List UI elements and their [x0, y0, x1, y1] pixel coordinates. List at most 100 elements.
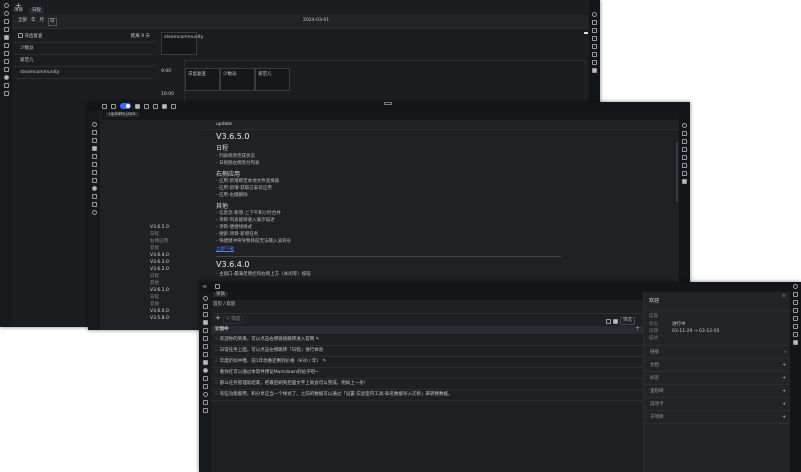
cloud-icon[interactable] [91, 210, 97, 215]
collapse-icon[interactable]: ≪ [202, 284, 207, 290]
plus-icon[interactable]: + [782, 415, 786, 420]
checkbox[interactable] [18, 33, 23, 38]
folder-icon[interactable] [682, 155, 687, 160]
collapse-icon[interactable] [3, 3, 9, 8]
settings-icon[interactable] [592, 12, 597, 17]
theme-toggle[interactable] [120, 103, 131, 109]
board-view-icon[interactable] [613, 318, 618, 324]
share-icon[interactable] [202, 408, 208, 413]
list-view-icon[interactable] [606, 318, 611, 324]
link-icon[interactable] [682, 163, 687, 168]
edit-icon[interactable] [592, 36, 597, 41]
gear-icon[interactable] [682, 131, 687, 136]
task-row[interactable]: ⠿ 看你在可以通过本软件预览Markdown的帖子吧~ [211, 368, 643, 379]
keyboard-icon[interactable] [592, 60, 597, 65]
disk-icon[interactable] [144, 103, 149, 109]
task-row[interactable]: ⠿ 欢迎你的到来，可以点击右侧链接跳转进入官网 ✎ [211, 335, 643, 346]
current-date[interactable]: 2024-03-01 [303, 18, 329, 24]
breadcrumb[interactable]: 首页 / 欢迎 [213, 302, 643, 314]
archive-icon[interactable] [3, 91, 9, 96]
toc-item[interactable]: 其他 [150, 245, 200, 252]
sidebar-icon[interactable] [102, 103, 107, 109]
toc-item[interactable]: V3.5.8.0 [150, 315, 200, 322]
event[interactable]: 爱范儿 [255, 68, 290, 91]
view-month[interactable]: 月 [40, 18, 45, 26]
box-icon[interactable] [3, 43, 9, 48]
toc-item[interactable]: V3.6.0.0 [150, 308, 200, 315]
task-row[interactable]: ⠿ 日常任务上面，可以点击左侧跳转「日程」进行体验 [211, 346, 643, 357]
list-item[interactable]: 爱范儿 [14, 55, 154, 67]
mail-icon[interactable] [91, 170, 97, 175]
toc-item[interactable]: V3.6.1.0 [150, 287, 200, 294]
list-icon[interactable] [202, 304, 208, 309]
plus-icon[interactable]: + [782, 363, 786, 368]
task-row[interactable]: ⠿ 那么任务管理就结束，把最后刷到后面文字上就会可以完成，例如上一条！ [211, 379, 643, 390]
add-task-button[interactable]: + [215, 314, 221, 322]
cloud-icon[interactable] [202, 392, 208, 397]
trash-icon[interactable] [3, 83, 9, 88]
section-subprojects[interactable]: 子项目 + [644, 411, 790, 424]
view-year[interactable]: 年 [31, 18, 36, 26]
folder-icon[interactable] [793, 316, 798, 321]
archive-icon[interactable] [91, 202, 97, 207]
trash-icon[interactable] [91, 194, 97, 199]
folder-icon[interactable] [202, 352, 208, 357]
list-item[interactable]: steamcommunity [14, 67, 154, 79]
search-icon[interactable] [91, 122, 97, 127]
scrollbar[interactable] [676, 142, 678, 202]
note-icon[interactable] [91, 138, 97, 143]
list-icon[interactable] [3, 19, 9, 24]
note-icon[interactable] [3, 27, 9, 32]
grid-icon[interactable] [111, 103, 116, 109]
description-label[interactable]: 描述 [644, 335, 790, 346]
save-icon[interactable] [202, 336, 208, 341]
settings-icon[interactable] [793, 284, 798, 289]
folder-icon[interactable] [592, 44, 597, 49]
dot-icon[interactable] [3, 75, 9, 80]
section-links[interactable]: 链接 › [644, 346, 790, 359]
keyboard-icon[interactable] [793, 332, 798, 337]
edit-icon[interactable] [682, 147, 687, 152]
toc-item[interactable]: V3.6.5.0 [150, 224, 200, 231]
section-milestones[interactable]: 里程碑 + [644, 385, 790, 398]
folder-icon[interactable] [91, 178, 97, 183]
app-icon[interactable] [682, 139, 687, 144]
home-icon[interactable] [682, 179, 687, 184]
toc-item[interactable]: 右侧应用 [150, 238, 200, 245]
keyboard-icon[interactable] [682, 171, 687, 176]
gear-icon[interactable] [592, 20, 597, 25]
toc-item[interactable]: 其他 [150, 301, 200, 308]
view-all[interactable]: 全部 [18, 18, 27, 26]
calendar-icon[interactable] [3, 35, 9, 40]
brush-icon[interactable] [202, 360, 208, 365]
home-icon[interactable] [793, 340, 798, 345]
home-icon[interactable] [592, 68, 597, 73]
box-icon[interactable] [91, 154, 97, 159]
note-icon[interactable] [202, 312, 208, 317]
section-tags[interactable]: 标签 + [644, 372, 790, 385]
folder-icon[interactable] [3, 67, 9, 72]
toc-item[interactable]: 其他 [150, 280, 200, 287]
group-header[interactable]: 计划中 [215, 327, 229, 333]
save-icon[interactable] [3, 51, 9, 56]
menu-icon[interactable]: ≡ [782, 293, 786, 299]
app-icon[interactable] [793, 300, 798, 305]
search-icon[interactable] [3, 11, 9, 16]
status-value[interactable]: 进行中 [672, 322, 686, 328]
list-item[interactable]: 少数派 [14, 43, 154, 55]
toc-item[interactable]: V3.6.3.0 [150, 259, 200, 266]
tab-project[interactable]: 项目 [213, 292, 228, 297]
help-icon[interactable] [202, 400, 208, 405]
detail-title[interactable]: 欢迎 [644, 292, 790, 311]
task-row[interactable]: ⠿ 有些功能都用，和分享应当一个样式了。之前的数据可以通过「设置-实验室内工具-… [211, 390, 643, 401]
event[interactable]: 少数派 [220, 68, 255, 91]
dot-icon[interactable] [202, 368, 208, 373]
toc-item[interactable]: 日程 [150, 273, 200, 280]
mail-icon[interactable] [3, 59, 9, 64]
download-link[interactable]: 立即下载 [216, 247, 561, 253]
gear-icon[interactable] [793, 292, 798, 297]
allday-event[interactable]: steamcommunity [161, 32, 203, 55]
tab-project[interactable]: 项目 [14, 8, 23, 14]
mail-icon[interactable] [202, 344, 208, 349]
list-icon[interactable] [91, 130, 97, 135]
